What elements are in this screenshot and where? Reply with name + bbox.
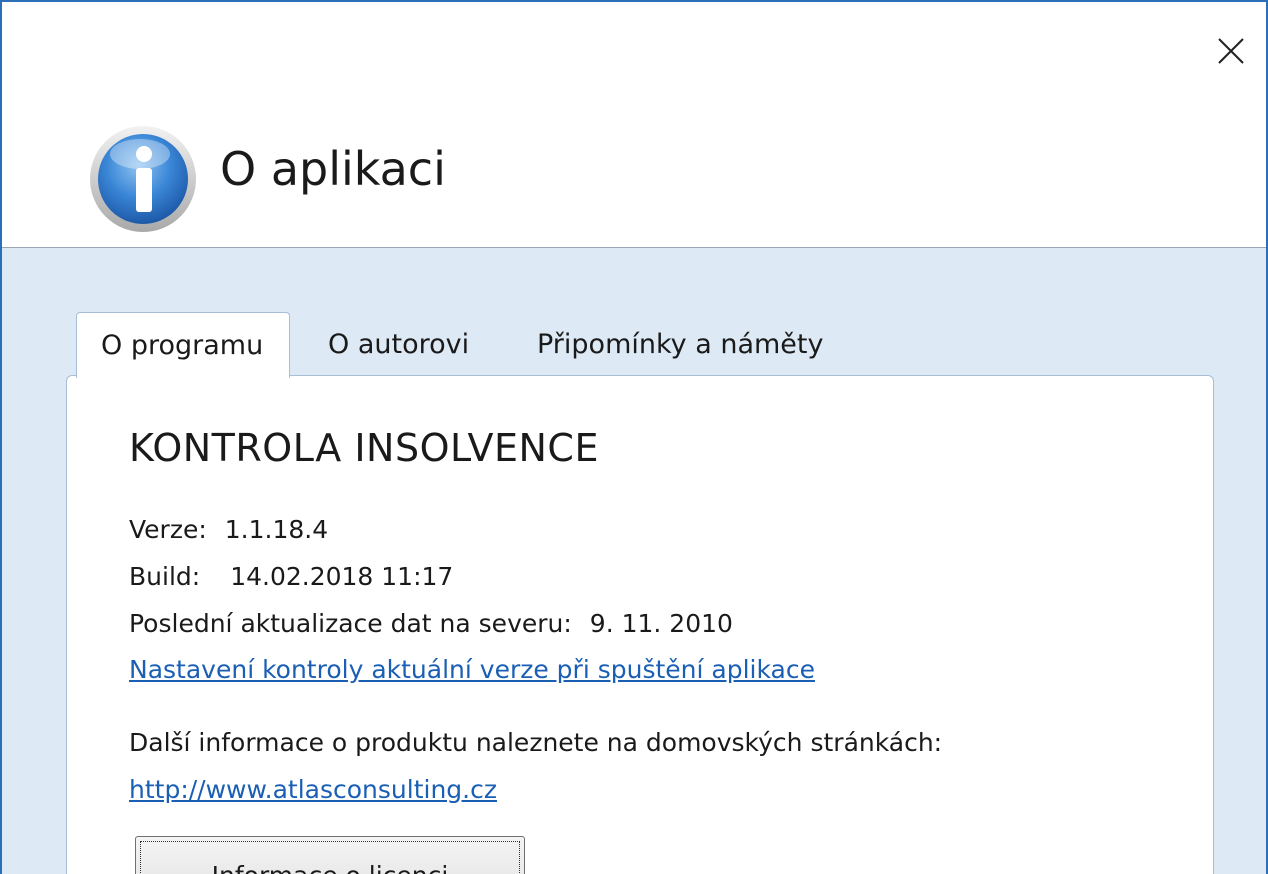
license-info-button-label: Informace o licenci	[212, 861, 449, 874]
update-value: 9. 11. 2010	[589, 609, 733, 638]
close-icon	[1218, 38, 1244, 64]
product-name: KONTROLA INSOLVENCE	[129, 426, 599, 470]
update-label: Poslední aktualizace dat na severu:	[129, 609, 572, 638]
dialog-header: O aplikaci	[2, 2, 1266, 248]
update-row: Poslední aktualizace dat na severu: 9. 11…	[129, 609, 733, 638]
close-button[interactable]	[1206, 26, 1256, 76]
build-label: Build:	[129, 562, 201, 591]
version-value: 1.1.18.4	[224, 515, 329, 544]
dialog-body: O programu O autorovi Připomínky a námět…	[2, 248, 1266, 874]
version-label: Verze:	[129, 515, 207, 544]
build-row: Build: 14.02.2018 11:17	[129, 562, 453, 591]
more-info-text: Další informace o produktu naleznete na …	[129, 728, 943, 757]
dialog-title: O aplikaci	[220, 142, 446, 196]
check-version-link[interactable]: Nastavení kontroly aktuální verze při sp…	[129, 655, 815, 684]
about-dialog: O aplikaci O programu O autorovi Připomí…	[0, 0, 1268, 874]
tab-o-programu[interactable]: O programu	[76, 312, 290, 378]
build-value: 14.02.2018 11:17	[230, 562, 454, 591]
tab-o-autorovi[interactable]: O autorovi	[328, 312, 469, 376]
website-link[interactable]: http://www.atlasconsulting.cz	[129, 775, 497, 804]
tab-pripominky[interactable]: Připomínky a náměty	[537, 312, 823, 376]
tab-panel-o-programu: KONTROLA INSOLVENCE Verze: 1.1.18.4 Build…	[66, 375, 1214, 874]
license-info-button[interactable]: Informace o licenci	[135, 836, 525, 874]
version-row: Verze: 1.1.18.4	[129, 515, 328, 544]
info-icon	[90, 126, 196, 232]
